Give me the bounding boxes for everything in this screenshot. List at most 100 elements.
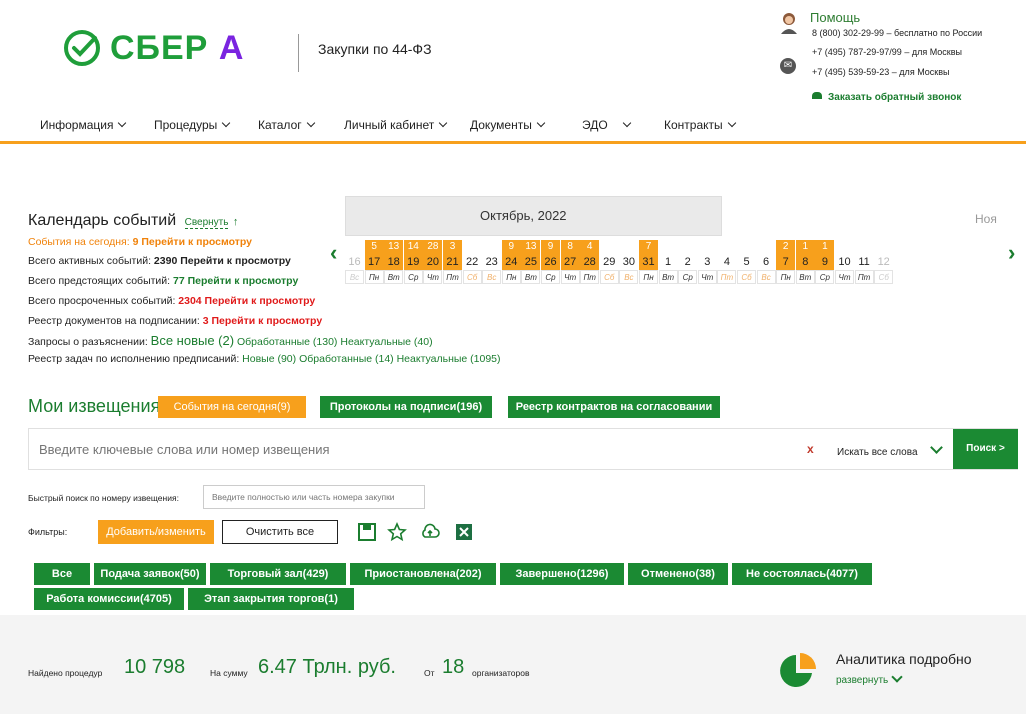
calendar-day-count: 28	[423, 240, 443, 254]
filter-trading[interactable]: Торговый зал(429)	[210, 563, 346, 585]
clear-search-icon[interactable]: x	[807, 442, 814, 456]
calendar-day[interactable]: 22 Сб	[462, 240, 482, 284]
calendar-day[interactable]: 11 Пт	[854, 240, 874, 284]
calendar-day-count: 3	[443, 240, 462, 254]
filter-suspended[interactable]: Приостановлена(202)	[350, 563, 496, 585]
calendar-day[interactable]: 23 Вс	[482, 240, 502, 284]
calendar-day[interactable]: 28 20 Чт	[423, 240, 443, 284]
calendar-day-number: 8	[795, 254, 815, 270]
logo[interactable]: СБЕР А	[62, 28, 244, 68]
pie-chart-icon[interactable]	[778, 651, 818, 691]
calendar-day[interactable]: 1 8 Вт	[795, 240, 815, 284]
calendar-weekday: Пн	[639, 270, 658, 284]
tasks-processed-link[interactable]: Обработанные (14)	[299, 353, 394, 365]
calendar-next-icon[interactable]: ›	[1008, 240, 1015, 266]
site-title: Закупки по 44-ФЗ	[318, 41, 432, 57]
nav-item-procedures[interactable]: Процедуры	[154, 118, 231, 132]
calendar-day[interactable]: 5 Сб	[737, 240, 756, 284]
calendar-day[interactable]: 10 Чт	[835, 240, 854, 284]
search-bar: x Искать все слова Поиск >	[28, 428, 1018, 470]
calendar-day[interactable]: 29 Сб	[599, 240, 619, 284]
calendar-day[interactable]: 1 9 Ср	[815, 240, 835, 284]
clarification-requests: Запросы о разъяснении: Все новые (2) Обр…	[28, 333, 433, 348]
calendar-day[interactable]: 9 24 Пн	[501, 240, 521, 284]
calendar-day[interactable]: 3 Чт	[697, 240, 717, 284]
filter-commission[interactable]: Работа комиссии(4705)	[34, 588, 184, 610]
calendar-weekday: Пн	[501, 270, 521, 284]
requests-new-link[interactable]: Все новые (2)	[151, 333, 234, 348]
filter-completed[interactable]: Завершено(1296)	[500, 563, 624, 585]
tasks-new-link[interactable]: Новые (90)	[242, 353, 296, 365]
filter-canceled[interactable]: Отменено(38)	[628, 563, 728, 585]
calendar-weekday: Вт	[658, 270, 678, 284]
search-button[interactable]: Поиск >	[953, 429, 1018, 469]
filter-all[interactable]: Все	[34, 563, 90, 585]
calendar-day-count: 1	[795, 240, 815, 254]
requests-processed-link[interactable]: Обработанные (130)	[237, 336, 337, 348]
calendar-day[interactable]: 1 Вт	[658, 240, 678, 284]
filter-closing[interactable]: Этап закрытия торгов(1)	[188, 588, 354, 610]
calendar-day[interactable]: 30 Вс	[619, 240, 639, 284]
nav-item-contracts[interactable]: Контракты	[664, 118, 736, 132]
calendar-day[interactable]: 8 27 Чт	[560, 240, 580, 284]
chevron-down-icon	[891, 671, 903, 683]
quick-search-input[interactable]	[203, 485, 425, 509]
calendar-collapse-link[interactable]: Свернуть	[184, 217, 229, 229]
excel-icon[interactable]	[454, 522, 474, 542]
calendar-day[interactable]: 13 25 Вт	[521, 240, 541, 284]
nav-item-documents[interactable]: Документы	[470, 118, 546, 132]
contracts-registry-button[interactable]: Реестр контрактов на согласовании	[508, 396, 720, 418]
calendar-day-count	[835, 240, 854, 254]
events-overdue-link[interactable]: 2304 Перейти к просмотру	[178, 295, 315, 307]
events-active-link[interactable]: 2390 Перейти к просмотру	[154, 255, 291, 267]
nav-item-cabinet[interactable]: Личный кабинет	[344, 118, 448, 132]
calendar-day[interactable]: 13 18 Вт	[384, 240, 404, 284]
docs-signing-link[interactable]: 3 Перейти к просмотру	[203, 315, 322, 327]
calendar-day[interactable]: 4 28 Пт	[580, 240, 600, 284]
calendar-weekday: Ср	[403, 270, 423, 284]
calendar-day-number: 10	[838, 256, 851, 268]
calendar-day[interactable]: 2 7 Пн	[776, 240, 796, 284]
save-icon[interactable]	[357, 522, 377, 542]
calendar-day-number: 17	[364, 254, 384, 270]
calendar-day[interactable]: 3 21 Пт	[443, 240, 462, 284]
nav-item-info[interactable]: Информация	[40, 118, 127, 132]
star-icon[interactable]	[387, 522, 407, 542]
search-mode-select[interactable]: Искать все слова	[837, 441, 943, 458]
nav-item-edo[interactable]: ЭДО	[582, 118, 631, 132]
filter-failed[interactable]: Не состоялась(4077)	[732, 563, 872, 585]
clear-filters-button[interactable]: Очистить все	[222, 520, 338, 544]
calendar-day[interactable]: 5 17 Пн	[364, 240, 384, 284]
filter-submission[interactable]: Подача заявок(50)	[94, 563, 206, 585]
calendar-day[interactable]: 16 Вс	[345, 240, 364, 284]
mail-icon[interactable]: ✉	[780, 58, 796, 74]
cloud-upload-icon[interactable]	[420, 522, 440, 542]
requests-irrelevant-link[interactable]: Неактуальные (40)	[340, 336, 432, 348]
search-input[interactable]	[29, 429, 799, 469]
add-filter-button[interactable]: Добавить/изменить	[98, 520, 214, 544]
events-upcoming-link[interactable]: 77 Перейти к просмотру	[173, 275, 298, 287]
events-today-button[interactable]: События на сегодня(9)	[158, 396, 306, 418]
calendar-day[interactable]: 12 Сб	[874, 240, 894, 284]
calendar-day-number: 21	[443, 254, 462, 270]
calendar-day[interactable]: 9 26 Ср	[541, 240, 560, 284]
tasks-irrelevant-link[interactable]: Неактуальные (1095)	[397, 353, 501, 365]
analytics-expand-link[interactable]: развернуть	[836, 671, 903, 686]
protocols-button[interactable]: Протоколы на подписи(196)	[320, 396, 492, 418]
help-title[interactable]: Помощь	[810, 10, 860, 25]
calendar-prev-icon[interactable]: ‹	[330, 240, 337, 266]
calendar-day[interactable]: 14 19 Ср	[403, 240, 423, 284]
calendar-day[interactable]: 2 Ср	[678, 240, 698, 284]
calendar-day-number: 28	[580, 254, 600, 270]
calendar-day[interactable]: 7 31 Пн	[639, 240, 658, 284]
calendar-day-count	[482, 240, 501, 254]
callback-link[interactable]: Заказать обратный звонок	[812, 92, 961, 103]
calendar-day-number: 20	[423, 254, 443, 270]
calendar-day[interactable]: 4 Пт	[717, 240, 737, 284]
nav-item-catalog[interactable]: Каталог	[258, 118, 315, 132]
calendar-day[interactable]: 6 Вс	[756, 240, 776, 284]
calendar-day-number: 1	[665, 256, 672, 268]
calendar-day-count	[698, 240, 717, 254]
events-today-link[interactable]: 9 Перейти к просмотру	[133, 236, 252, 248]
filters-label: Фильтры:	[28, 527, 68, 537]
